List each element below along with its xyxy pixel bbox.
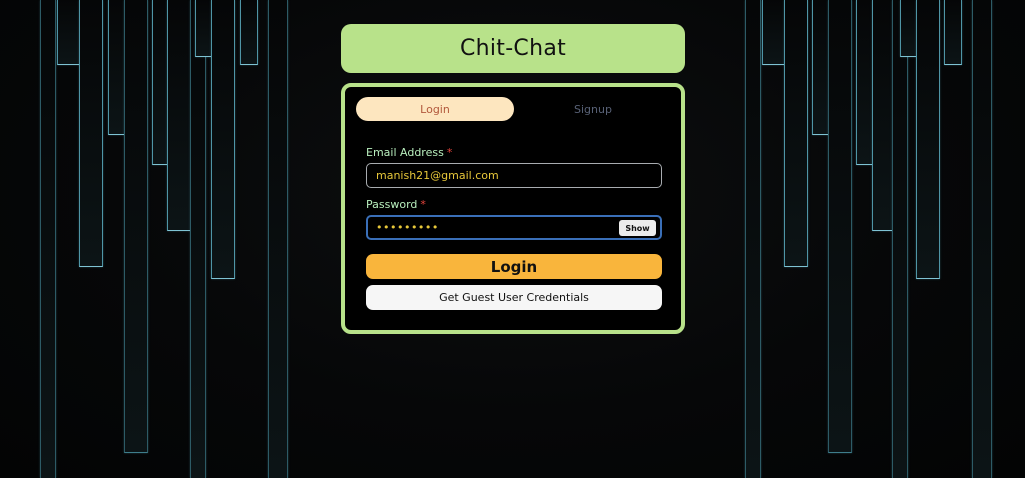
- password-label-text: Password: [366, 198, 418, 211]
- background-bar: [828, 0, 852, 453]
- background-bar: [40, 0, 56, 478]
- background-bar: [79, 0, 103, 267]
- email-label-text: Email Address: [366, 146, 444, 159]
- app-header: Chit-Chat: [341, 24, 685, 73]
- auth-tabs: Login Signup: [356, 97, 672, 121]
- background-bar: [211, 0, 235, 279]
- background-bar: [784, 0, 808, 267]
- app-title: Chit-Chat: [459, 36, 567, 61]
- background-bar: [745, 0, 761, 478]
- guest-credentials-button[interactable]: Get Guest User Credentials: [366, 285, 662, 310]
- background-bar: [268, 0, 288, 478]
- background-bar: [944, 0, 962, 65]
- required-asterisk: *: [446, 146, 453, 159]
- background-bar: [57, 0, 81, 65]
- email-value: manish21@gmail.com: [376, 169, 499, 182]
- background-bar: [916, 0, 940, 279]
- background-bar: [167, 0, 191, 231]
- background-bar: [762, 0, 786, 65]
- background-bar: [240, 0, 258, 65]
- email-field[interactable]: manish21@gmail.com: [366, 163, 662, 188]
- required-asterisk: *: [420, 198, 426, 211]
- login-button[interactable]: Login: [366, 254, 662, 279]
- background-bar: [972, 0, 992, 478]
- password-value: •••••••••: [376, 221, 439, 234]
- tab-login[interactable]: Login: [356, 97, 514, 121]
- password-field[interactable]: ••••••••• Show: [366, 215, 662, 240]
- email-label: Email Address *: [366, 146, 452, 159]
- auth-card: Login Signup Email Address * manish21@gma…: [341, 83, 685, 334]
- login-page: Chit-Chat Login Signup Email Address * ma…: [0, 0, 1025, 478]
- password-label: Password *: [366, 198, 426, 211]
- background-bar: [190, 0, 206, 478]
- tab-signup[interactable]: Signup: [514, 97, 672, 121]
- background-bar: [124, 0, 148, 453]
- show-password-button[interactable]: Show: [619, 220, 656, 236]
- background-bar: [892, 0, 908, 478]
